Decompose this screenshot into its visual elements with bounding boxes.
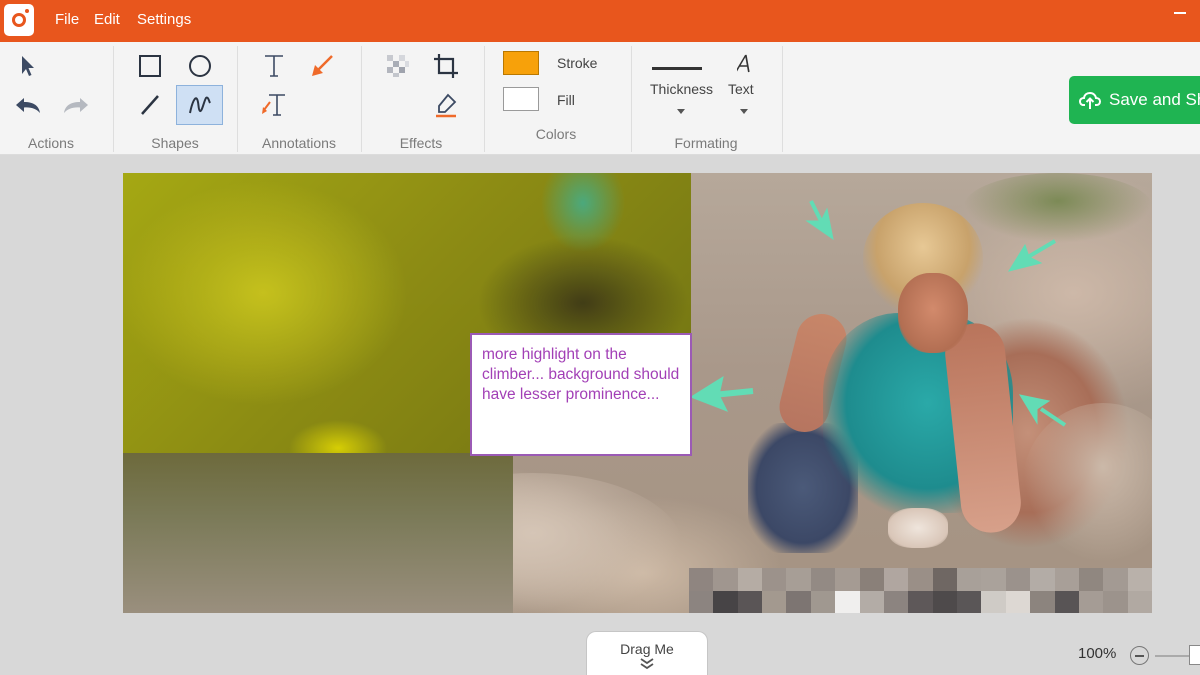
pointer-icon [22, 56, 34, 76]
font-italic-icon [737, 54, 750, 73]
pixelate-tool[interactable] [378, 47, 418, 85]
pointer-tool[interactable] [8, 47, 48, 85]
text-format-dropdown[interactable]: Text [726, 52, 762, 120]
thickness-line-icon [652, 67, 702, 70]
text-tool[interactable] [254, 47, 294, 85]
stroke-color-swatch[interactable] [503, 51, 539, 75]
group-label-effects: Effects [399, 135, 443, 151]
group-label-annotations: Annotations [262, 135, 336, 151]
stroke-label: Stroke [557, 55, 598, 71]
ellipse-icon [189, 55, 211, 77]
thickness-dropdown[interactable]: Thickness [646, 62, 718, 120]
undo-button[interactable] [8, 86, 48, 124]
freehand-tool[interactable] [176, 85, 223, 125]
highlighter-icon [436, 93, 457, 118]
fill-color-swatch[interactable] [503, 87, 539, 111]
ellipse-tool[interactable] [180, 47, 220, 85]
annotation-text-box[interactable]: more highlight on the climber... backgro… [470, 333, 692, 456]
zoom-out-button[interactable] [1130, 646, 1149, 665]
undo-icon [16, 98, 40, 113]
arrow-tool[interactable] [302, 47, 342, 85]
zoom-level: 100% [1078, 645, 1117, 662]
redo-icon [64, 98, 88, 113]
fill-label: Fill [557, 92, 575, 108]
toolbar: Actions Shapes Annotations Effects Strok… [0, 42, 1200, 155]
rectangle-icon [139, 55, 161, 77]
rectangle-tool[interactable] [130, 47, 170, 85]
chevron-double-down-icon [640, 658, 654, 670]
drag-me-label: Drag Me [620, 641, 674, 657]
redo-button[interactable] [56, 86, 96, 124]
minimize-button[interactable] [1174, 12, 1186, 14]
highlighter-tool[interactable] [426, 86, 466, 124]
menu-file[interactable]: File [55, 11, 79, 28]
freehand-icon [188, 96, 211, 114]
arrow-annotation [689, 200, 1067, 427]
crop-icon [434, 54, 458, 78]
text-icon [265, 55, 283, 77]
group-label-shapes: Shapes [151, 135, 199, 151]
zoom-slider-thumb[interactable] [1189, 645, 1200, 665]
save-and-share-button[interactable]: Save and Sh [1069, 76, 1200, 124]
group-label-colors: Colors [535, 126, 577, 142]
text-format-label: Text [728, 81, 754, 97]
menu-settings[interactable]: Settings [137, 11, 191, 28]
thickness-caret-icon [677, 109, 685, 114]
thickness-label: Thickness [650, 81, 714, 97]
menu-edit[interactable]: Edit [94, 11, 120, 28]
cloud-upload-icon [1079, 91, 1101, 109]
line-icon [141, 95, 159, 115]
pixelate-icon [387, 55, 409, 77]
crop-tool[interactable] [426, 47, 466, 85]
text-arrow-tool[interactable] [254, 86, 294, 124]
arrow-icon [312, 55, 333, 76]
group-label-formatting: Formating [674, 135, 738, 151]
title-bar: File Edit Settings [0, 0, 1200, 42]
save-button-label: Save and Sh [1109, 90, 1200, 109]
drag-me-tab[interactable]: Drag Me [586, 631, 708, 675]
text-arrow-icon [262, 94, 285, 116]
group-label-actions: Actions [28, 135, 74, 151]
line-tool[interactable] [130, 86, 170, 124]
app-logo-icon [4, 4, 34, 36]
image-canvas[interactable]: more highlight on the climber... backgro… [123, 173, 1152, 613]
text-caret-icon [740, 109, 748, 114]
